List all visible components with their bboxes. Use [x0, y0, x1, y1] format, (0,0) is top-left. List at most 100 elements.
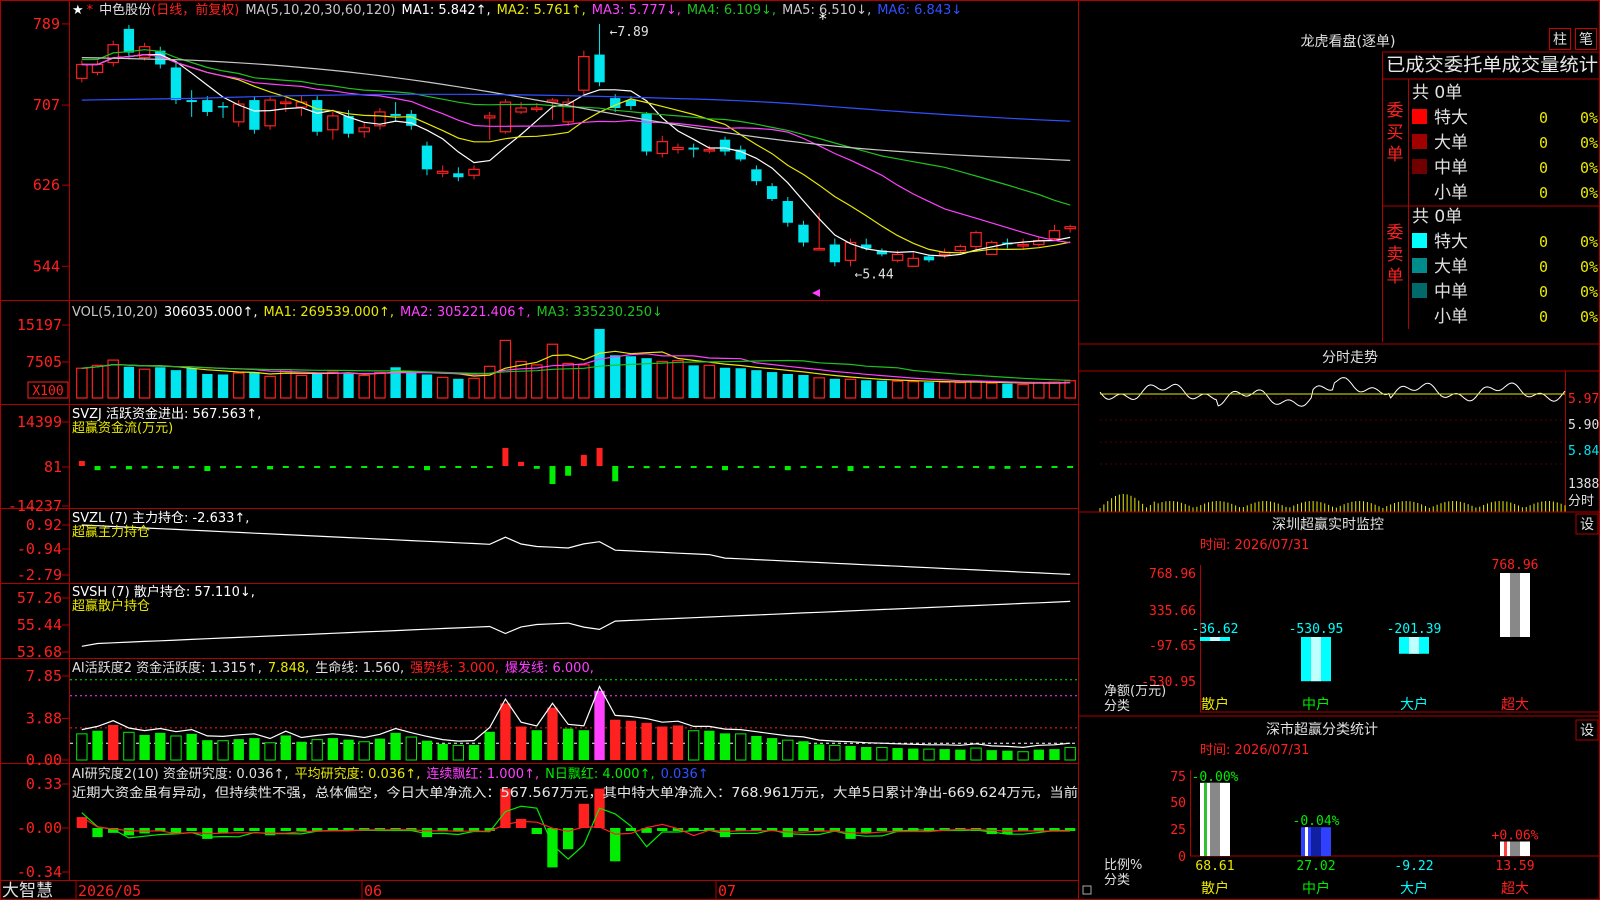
volume-bar-up[interactable]: [515, 360, 527, 399]
activity-bar[interactable]: [970, 747, 982, 761]
candle-up[interactable]: [327, 115, 339, 131]
candle-down[interactable]: [798, 224, 809, 243]
candle-down[interactable]: [923, 256, 935, 261]
activity-bar[interactable]: [845, 745, 856, 760]
activity-bar[interactable]: [327, 738, 339, 760]
candle-up[interactable]: [483, 115, 496, 119]
activity-bar[interactable]: [437, 743, 448, 760]
volume-bar-down[interactable]: [876, 380, 888, 398]
activity-bar[interactable]: [155, 732, 166, 760]
svzj-bar[interactable]: [533, 466, 540, 469]
candle-up[interactable]: [907, 257, 920, 267]
volume-bar-down[interactable]: [798, 374, 809, 398]
candle-up[interactable]: [515, 107, 527, 113]
activity-bar[interactable]: [217, 740, 229, 761]
activity-bar[interactable]: [311, 739, 323, 761]
activity-bar[interactable]: [1017, 751, 1029, 761]
volume-bar-down[interactable]: [923, 382, 935, 398]
svzj-bar[interactable]: [910, 466, 917, 468]
candle-up[interactable]: [91, 63, 104, 74]
svzj-bar[interactable]: [1020, 466, 1027, 468]
activity-bar[interactable]: [735, 733, 747, 761]
candle-down[interactable]: [170, 67, 182, 101]
activity-bar[interactable]: [108, 724, 119, 760]
volume-bar-down[interactable]: [186, 368, 197, 398]
volume-bar-up[interactable]: [76, 367, 88, 399]
candle-up[interactable]: [138, 46, 151, 59]
research-bar[interactable]: [578, 803, 590, 828]
volume-bar-up[interactable]: [232, 372, 245, 399]
research-bar[interactable]: [249, 828, 260, 831]
activity-bar[interactable]: [390, 732, 401, 760]
research-bar[interactable]: [798, 828, 809, 832]
activity-bar[interactable]: [625, 720, 637, 760]
svzj-bar[interactable]: [251, 466, 258, 468]
svzj-bar[interactable]: [423, 466, 430, 471]
research-bar[interactable]: [92, 828, 103, 838]
svzj-bar[interactable]: [329, 466, 336, 468]
svzj-bar[interactable]: [345, 466, 352, 468]
candle-down[interactable]: [751, 169, 762, 182]
volume-bar-up[interactable]: [327, 371, 339, 399]
svzj-bar[interactable]: [518, 461, 525, 466]
activity-bar[interactable]: [296, 741, 307, 760]
svzj-bar[interactable]: [267, 466, 274, 470]
volume-bar-down[interactable]: [217, 374, 229, 398]
volume-bar-up[interactable]: [954, 382, 967, 399]
svzj-bar[interactable]: [988, 466, 995, 469]
price-panel[interactable]: 789707626544★ * 中色股份(日线，前复权) MA(5,10,20,30,…: [33, 2, 1076, 297]
volume-bar-down[interactable]: [311, 373, 323, 398]
activity-bar[interactable]: [892, 748, 903, 760]
svzj-bar[interactable]: [157, 466, 164, 468]
candle-up[interactable]: [954, 245, 967, 252]
volume-bar-down[interactable]: [406, 371, 417, 398]
candle-down[interactable]: [311, 100, 323, 132]
research-bar[interactable]: [861, 828, 872, 833]
volume-bar-up[interactable]: [107, 359, 119, 399]
candle-up[interactable]: [1064, 226, 1076, 230]
volume-bar-up[interactable]: [358, 374, 370, 399]
activity-bar[interactable]: [578, 730, 590, 760]
volume-bar-up[interactable]: [578, 364, 590, 399]
svzj-bar[interactable]: [502, 447, 509, 466]
candle-down[interactable]: [390, 113, 401, 116]
stats-bar[interactable]: [1500, 841, 1530, 856]
candle-up[interactable]: [985, 241, 998, 255]
activity-bar[interactable]: [123, 731, 135, 761]
svzj-bar[interactable]: [486, 466, 493, 468]
volume-bar-down[interactable]: [625, 356, 637, 398]
volume-bar-down[interactable]: [782, 374, 793, 398]
volume-bar-up[interactable]: [91, 364, 104, 399]
candle-up[interactable]: [1048, 230, 1061, 240]
research-bar[interactable]: [123, 828, 135, 836]
svzj-bar[interactable]: [925, 466, 932, 468]
svzj-bar[interactable]: [471, 466, 478, 468]
volume-bar-down[interactable]: [688, 365, 699, 398]
activity-bar[interactable]: [939, 749, 950, 760]
activity-bar[interactable]: [421, 740, 433, 760]
research-bar[interactable]: [515, 818, 527, 828]
activity-bar[interactable]: [92, 730, 103, 760]
candle-down[interactable]: [123, 28, 135, 53]
research-bar[interactable]: [531, 828, 542, 835]
research-bar[interactable]: [468, 828, 480, 831]
volume-bar-up[interactable]: [483, 365, 496, 399]
svzj-bar[interactable]: [580, 454, 587, 466]
activity-bar[interactable]: [484, 731, 495, 760]
volume-bar-down[interactable]: [861, 380, 872, 398]
activity-bar[interactable]: [531, 730, 542, 760]
activity-bar[interactable]: [923, 748, 935, 761]
candle-down[interactable]: [829, 244, 841, 263]
candle-up[interactable]: [264, 99, 276, 127]
activity-bar[interactable]: [139, 734, 150, 760]
svzj-bar[interactable]: [361, 466, 368, 468]
svzj-bar[interactable]: [565, 466, 572, 476]
activity-bar[interactable]: [202, 740, 213, 760]
svzj-bar[interactable]: [235, 466, 242, 468]
activity-bar[interactable]: [500, 703, 511, 760]
candle-up[interactable]: [891, 253, 904, 261]
activity-bar[interactable]: [813, 744, 825, 760]
research-bar[interactable]: [233, 828, 244, 832]
volume-bar-up[interactable]: [656, 360, 669, 399]
volume-bar-down[interactable]: [343, 373, 354, 398]
